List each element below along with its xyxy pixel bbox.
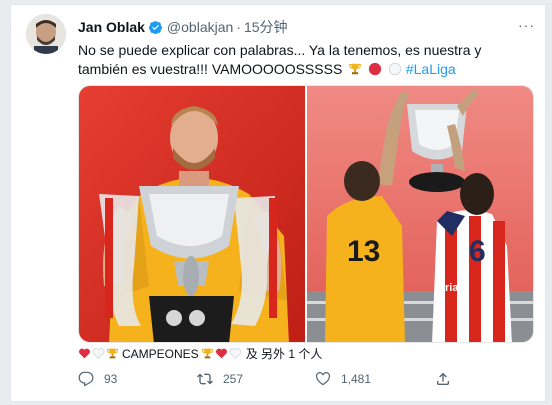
retweet-count: 257 bbox=[223, 372, 244, 386]
author-handle[interactable]: @oblakjan bbox=[167, 19, 233, 35]
reactions-row[interactable]: CAMPEONES 及 另外 1 个人 bbox=[78, 345, 322, 362]
more-options-icon[interactable]: ··· bbox=[518, 17, 535, 33]
tweet-timestamp[interactable]: 15分钟 bbox=[244, 17, 288, 37]
trophy-icon bbox=[201, 348, 213, 359]
retweet-button[interactable]: 257 bbox=[197, 371, 315, 387]
tweet-text: No se puede explicar con palabras... Ya … bbox=[78, 41, 533, 79]
author-name[interactable]: Jan Oblak bbox=[78, 19, 145, 35]
celebration-photo: 13 6 ria bbox=[307, 86, 533, 342]
sponsor-text: ria bbox=[445, 282, 459, 294]
retweet-icon bbox=[197, 373, 213, 385]
trophy-icon bbox=[107, 348, 118, 359]
photo-left[interactable] bbox=[79, 86, 305, 342]
hashtag-link[interactable]: #LaLiga bbox=[406, 61, 456, 77]
reaction-campeones-text: CAMPEONES bbox=[122, 346, 199, 361]
author-avatar[interactable] bbox=[26, 14, 66, 54]
red-heart-icon bbox=[215, 348, 227, 359]
red-circle-icon bbox=[368, 62, 382, 76]
like-button[interactable]: 1,481 bbox=[315, 371, 435, 387]
jersey-number-13: 13 bbox=[347, 235, 380, 268]
jersey-number-6: 6 bbox=[469, 235, 486, 268]
heart-icon bbox=[316, 372, 330, 386]
white-circle-icon bbox=[388, 62, 402, 76]
white-heart-icon bbox=[92, 348, 105, 359]
share-button[interactable] bbox=[435, 371, 475, 387]
white-heart-icon bbox=[229, 348, 241, 359]
reply-icon bbox=[78, 371, 94, 387]
avatar-image bbox=[26, 14, 66, 54]
share-icon bbox=[437, 372, 449, 385]
tweet-card[interactable]: Jan Oblak @oblakjan · 15分钟 ··· No se pue… bbox=[10, 4, 546, 402]
action-bar: 93 257 1,481 bbox=[78, 371, 475, 387]
red-heart-icon bbox=[79, 348, 90, 359]
verified-badge-icon bbox=[148, 20, 162, 34]
reply-count: 93 bbox=[104, 372, 118, 386]
photo-right[interactable]: 13 6 ria bbox=[307, 86, 533, 342]
reply-button[interactable]: 93 bbox=[78, 371, 197, 387]
goalkeeper-trophy-photo bbox=[79, 86, 305, 342]
trophy-icon bbox=[349, 63, 361, 75]
reaction-others-text: 及 另外 1 个人 bbox=[245, 347, 323, 361]
media-grid: 13 6 ria bbox=[78, 85, 534, 343]
like-count: 1,481 bbox=[341, 372, 372, 386]
tweet-header: Jan Oblak @oblakjan · 15分钟 bbox=[78, 18, 288, 36]
separator-dot: · bbox=[236, 19, 241, 35]
